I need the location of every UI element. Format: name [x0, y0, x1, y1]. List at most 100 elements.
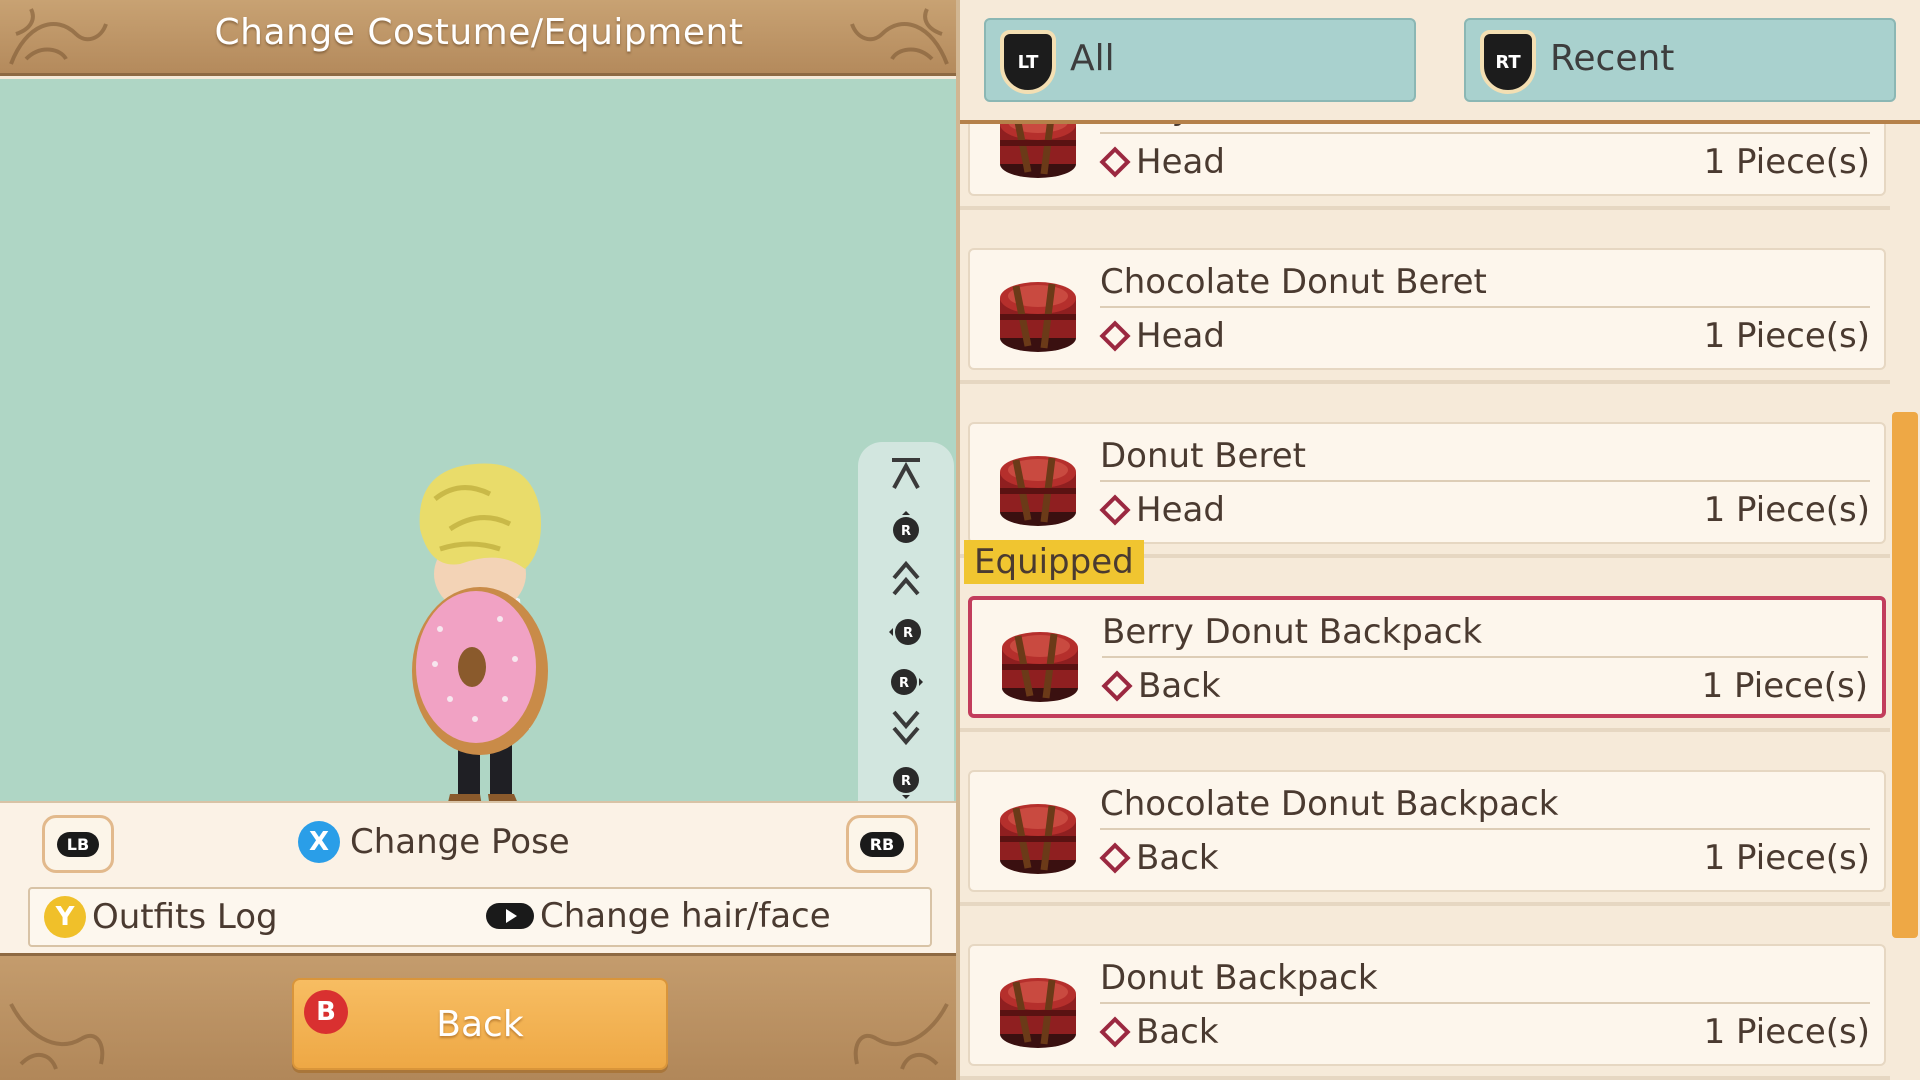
item-quantity: 1 Piece(s)	[1703, 142, 1870, 182]
change-pose-label: Change Pose	[350, 822, 570, 862]
right-stick-icon	[486, 903, 534, 929]
svg-text:R: R	[903, 626, 913, 641]
list-item[interactable]: Berry Donut Backpack Back 1 Piece(s)	[968, 596, 1886, 718]
item-quantity: 1 Piece(s)	[1703, 1012, 1870, 1052]
hatbox-icon	[998, 618, 1082, 704]
slot-label: Head	[1136, 490, 1225, 530]
list-item[interactable]: Donut Beret Head 1 Piece(s)	[968, 422, 1886, 544]
slot-label: Back	[1136, 1012, 1219, 1052]
character-model	[412, 463, 548, 823]
outfits-log-button[interactable]: Y Outfits Log	[44, 896, 278, 938]
change-pose-button[interactable]: X Change Pose	[298, 821, 570, 863]
slot-label: Back	[1136, 838, 1219, 878]
options-row: Y Outfits Log Change hair/face	[28, 887, 932, 947]
tab-recent-label: Recent	[1550, 38, 1675, 79]
hatbox-icon	[996, 124, 1080, 180]
name-underline	[1100, 132, 1870, 134]
diamond-icon	[1101, 670, 1133, 702]
item-slot: Back	[1099, 838, 1219, 878]
ornament-bottom-left-icon	[9, 1003, 105, 1070]
diamond-icon	[1099, 494, 1131, 526]
back-button[interactable]: B Back	[292, 978, 668, 1070]
tab-recent[interactable]: RT Recent	[1464, 18, 1896, 102]
name-underline	[1100, 1002, 1870, 1004]
list-item[interactable]: Berry Donut Beret Head 1 Piece(s)	[968, 124, 1886, 196]
change-hair-face-button[interactable]: Change hair/face	[486, 896, 831, 936]
rb-button[interactable]: RB	[846, 815, 918, 873]
controls-bar: LB X Change Pose RB Y Outfits Log Change…	[0, 801, 958, 953]
tab-all[interactable]: LT All	[984, 18, 1416, 102]
ornament-right-icon	[850, 8, 949, 65]
item-list-panel: LT All RT Recent Berry Donut Beret Head 1 …	[960, 0, 1920, 1080]
scrollbar[interactable]	[1890, 124, 1920, 1080]
diamond-icon	[1099, 842, 1131, 874]
list-item[interactable]: Donut Backpack Back 1 Piece(s)	[968, 944, 1886, 1066]
diamond-icon	[1099, 146, 1131, 178]
back-label: Back	[436, 1004, 524, 1045]
rb-label: RB	[859, 831, 905, 857]
double-down-icon	[892, 710, 920, 746]
item-name: Chocolate Donut Backpack	[1100, 784, 1559, 824]
item-slot: Head	[1099, 316, 1225, 356]
page-title: Change Costume/Equipment	[214, 12, 744, 53]
svg-text:R: R	[901, 774, 911, 789]
item-slot: Back	[1099, 1012, 1219, 1052]
rt-button-icon: RT	[1480, 30, 1536, 94]
y-button-icon: Y	[44, 896, 86, 938]
name-underline	[1100, 306, 1870, 308]
list-item[interactable]: Chocolate Donut Backpack Back 1 Piece(s)	[968, 770, 1886, 892]
hatbox-icon	[996, 964, 1080, 1050]
item-list[interactable]: Berry Donut BeretHead1 Piece(s)Chocolate…	[960, 124, 1890, 1080]
top-arrow-icon	[892, 458, 920, 489]
svg-text:R: R	[899, 676, 909, 691]
name-underline	[1100, 828, 1870, 830]
hatbox-icon	[996, 442, 1080, 528]
hatbox-icon	[996, 790, 1080, 876]
hatbox-icon	[996, 268, 1080, 354]
item-quantity: 1 Piece(s)	[1703, 838, 1870, 878]
row-separator	[960, 1076, 1890, 1080]
name-underline	[1100, 480, 1870, 482]
svg-text:R: R	[901, 524, 911, 539]
item-name: Berry Donut Beret	[1100, 124, 1408, 128]
slot-label: Back	[1138, 666, 1221, 706]
rs-right-icon: R	[891, 669, 923, 695]
character-preview[interactable]: R R R R	[0, 79, 958, 872]
diamond-icon	[1099, 1016, 1131, 1048]
item-slot: Head	[1099, 142, 1225, 182]
item-quantity: 1 Piece(s)	[1703, 316, 1870, 356]
preview-panel: Change Costume/Equipment R R R R LB X Ch…	[0, 0, 958, 1080]
tab-all-label: All	[1070, 38, 1115, 79]
slot-label: Head	[1136, 142, 1225, 182]
rs-down-icon: R	[893, 767, 919, 799]
filter-tabs: LT All RT Recent	[960, 0, 1920, 124]
footer-bar: B Back	[0, 953, 958, 1080]
item-quantity: 1 Piece(s)	[1703, 490, 1870, 530]
row-separator	[960, 728, 1890, 732]
list-item[interactable]: Chocolate Donut Beret Head 1 Piece(s)	[968, 248, 1886, 370]
outfits-log-label: Outfits Log	[92, 897, 278, 937]
rs-left-icon: R	[889, 619, 921, 645]
lb-label: LB	[56, 831, 100, 857]
name-underline	[1102, 656, 1868, 658]
item-name: Donut Backpack	[1100, 958, 1378, 998]
row-separator	[960, 206, 1890, 210]
double-up-icon	[892, 560, 920, 596]
rs-up-icon: R	[893, 511, 919, 543]
item-slot: Back	[1101, 666, 1221, 706]
x-button-icon: X	[298, 821, 340, 863]
item-slot: Head	[1099, 490, 1225, 530]
scroll-thumb[interactable]	[1892, 412, 1918, 938]
lt-button-icon: LT	[1000, 30, 1056, 94]
slot-label: Head	[1136, 316, 1225, 356]
ornament-bottom-right-icon	[853, 1003, 949, 1070]
item-name: Chocolate Donut Beret	[1100, 262, 1487, 302]
diamond-icon	[1099, 320, 1131, 352]
item-name: Berry Donut Backpack	[1102, 612, 1483, 652]
lb-button[interactable]: LB	[42, 815, 114, 873]
equipped-badge: Equipped	[964, 540, 1144, 584]
change-hair-face-label: Change hair/face	[540, 896, 831, 936]
item-name: Donut Beret	[1100, 436, 1306, 476]
item-quantity: 1 Piece(s)	[1701, 666, 1868, 706]
row-separator	[960, 380, 1890, 384]
